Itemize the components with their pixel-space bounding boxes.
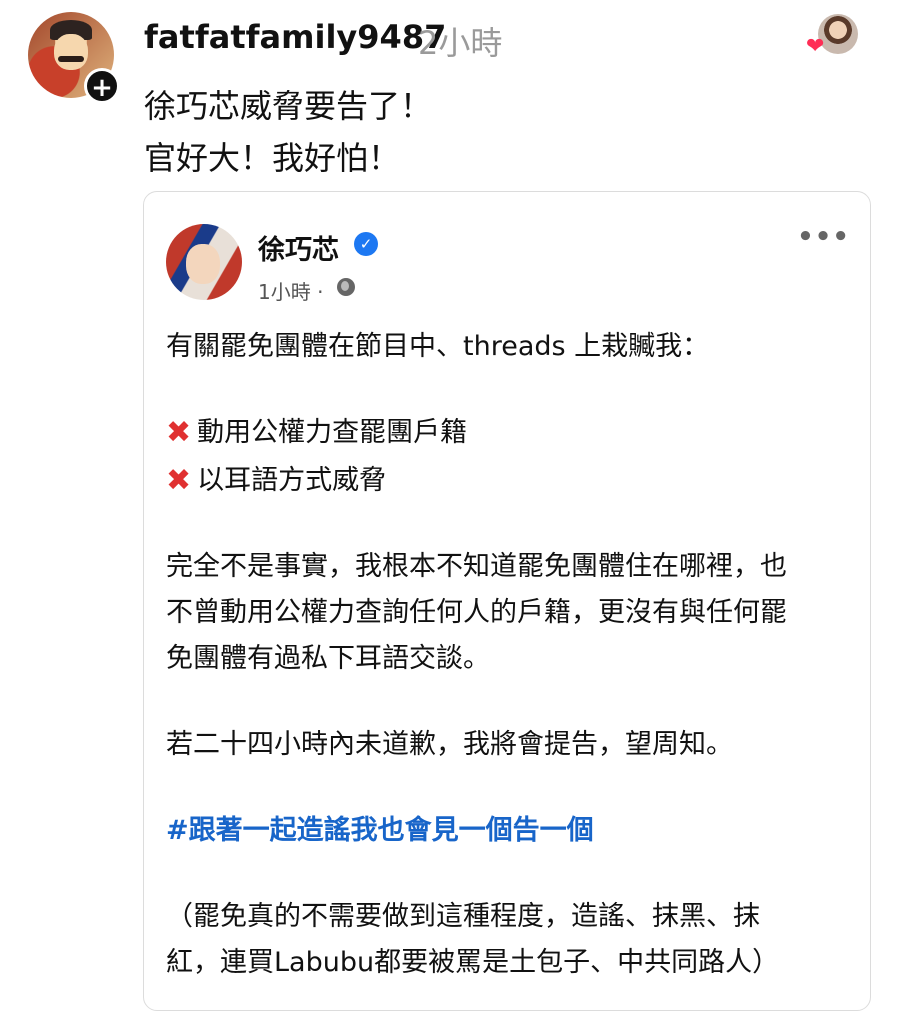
globe-icon	[337, 278, 355, 296]
body-line: 有關罷免團體在節目中、threads 上栽贓我：	[166, 331, 710, 362]
avatar-mustache	[58, 56, 84, 62]
body-line: 不曾動用公權力查詢任何人的戶籍，更沒有與任何罷	[166, 597, 787, 628]
body-line: 紅，連買Labubu都要被罵是土包子、中共同路人）	[166, 947, 780, 978]
body-line: （罷免真的不需要做到這種程度，造謠、抹黑、抹	[166, 901, 760, 932]
post-caption: 徐巧芯威脅要告了！ 官好大！我好怕！	[144, 80, 432, 184]
body-x-text: 以耳語方式威脅	[197, 465, 387, 496]
embedded-author-avatar[interactable]	[166, 224, 242, 300]
x-mark-icon: ✖	[166, 415, 192, 450]
body-line: 完全不是事實，我根本不知道罷免團體住在哪裡，也	[166, 551, 787, 582]
body-line: 若二十四小時內未道歉，我將會提告，望周知。	[166, 729, 733, 760]
more-options-icon[interactable]: •••	[797, 222, 850, 252]
embedded-time: 1小時 ·	[258, 280, 324, 304]
embedded-author-name[interactable]: 徐巧芯	[258, 228, 339, 267]
body-line: 免團體有過私下耳語交談。	[166, 643, 490, 674]
caption-line: 徐巧芯威脅要告了！	[144, 87, 433, 125]
avatar-face	[54, 34, 88, 70]
heart-icon: ❤	[806, 34, 825, 59]
caption-line: 官好大！我好怕！	[144, 139, 401, 177]
embedded-post-card[interactable]: 徐巧芯 ✓ 1小時 · ••• 有關罷免團體在節目中、threads 上栽贓我：…	[143, 191, 871, 1011]
body-x-line: ✖ 以耳語方式威脅	[166, 458, 386, 504]
hashtag-link[interactable]: #跟著一起造謠我也會見一個告一個	[166, 808, 594, 854]
verified-badge-icon: ✓	[354, 232, 378, 256]
post-avatar-wrap[interactable]: +	[28, 12, 120, 104]
body-x-line: ✖ 動用公權力查罷團戶籍	[166, 410, 467, 456]
post-timestamp: 2小時	[418, 24, 503, 62]
x-mark-icon: ✖	[166, 463, 192, 498]
embedded-avatar-face	[186, 244, 220, 284]
author-username[interactable]: fatfatfamily9487	[144, 18, 446, 56]
follow-plus-icon[interactable]: +	[84, 68, 120, 104]
body-x-text: 動用公權力查罷團戶籍	[197, 417, 468, 448]
